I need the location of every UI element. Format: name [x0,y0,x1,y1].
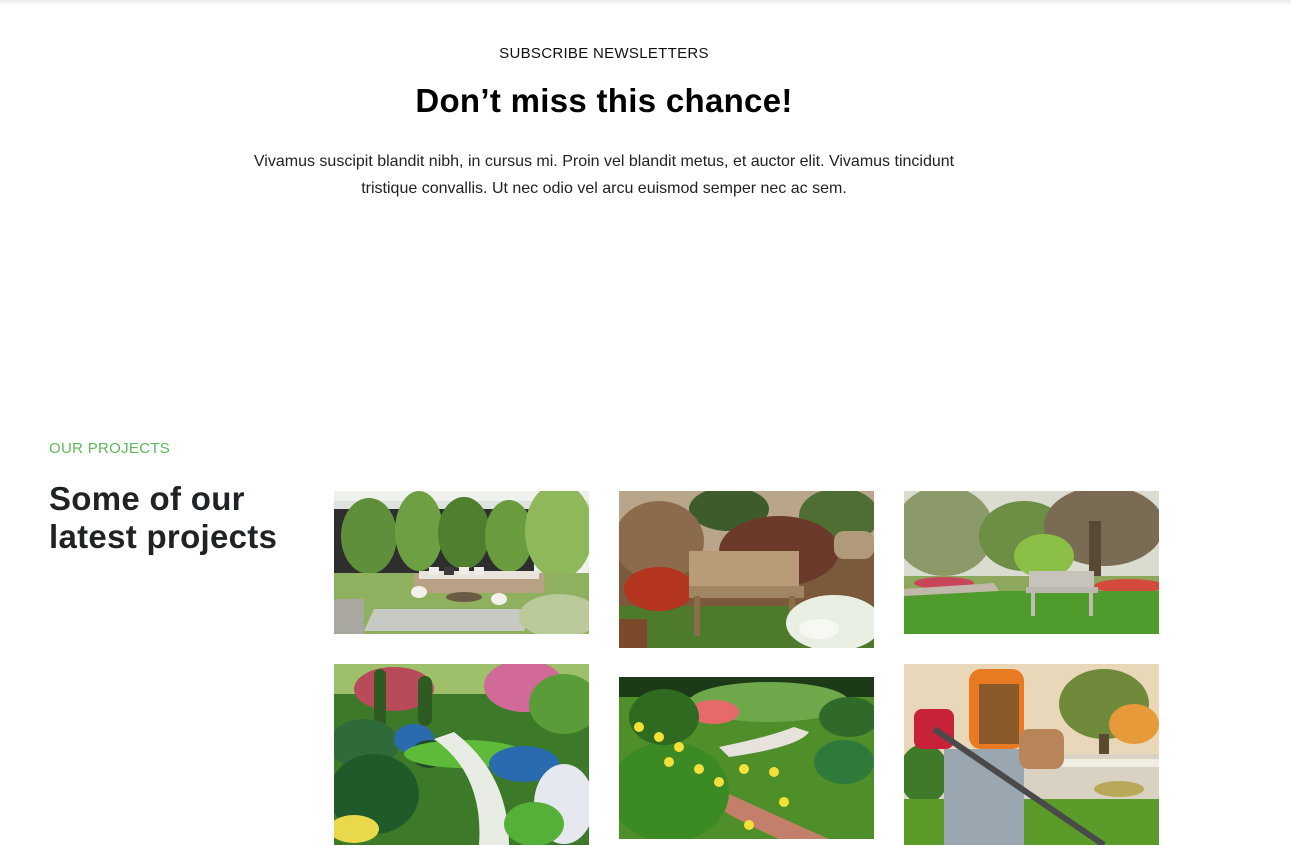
projects-eyebrow: OUR PROJECTS [49,440,171,457]
project-tile-patio[interactable] [334,491,589,634]
newsletter-eyebrow: SUBSCRIBE NEWSLETTERS [499,45,709,62]
newsletter-title: Don’t miss this chance! [415,82,793,119]
newsletter-description: Vivamus suscipit blandit nibh, in cursus… [253,153,955,197]
projects-title: Some of our latest projects [49,480,278,555]
project-image-flower-path [334,664,589,845]
project-tile-bench[interactable] [619,491,874,648]
project-image-park [904,491,1159,634]
project-tile-park[interactable] [904,491,1159,634]
header-shadow [0,0,1291,6]
project-image-daylily [619,677,874,839]
project-image-patio [334,491,589,634]
project-tile-trimmer[interactable] [904,664,1159,845]
project-tile-flower-path[interactable] [334,664,589,845]
project-tile-daylily[interactable] [619,677,874,839]
project-image-trimmer [904,664,1159,845]
project-image-bench [619,491,874,648]
